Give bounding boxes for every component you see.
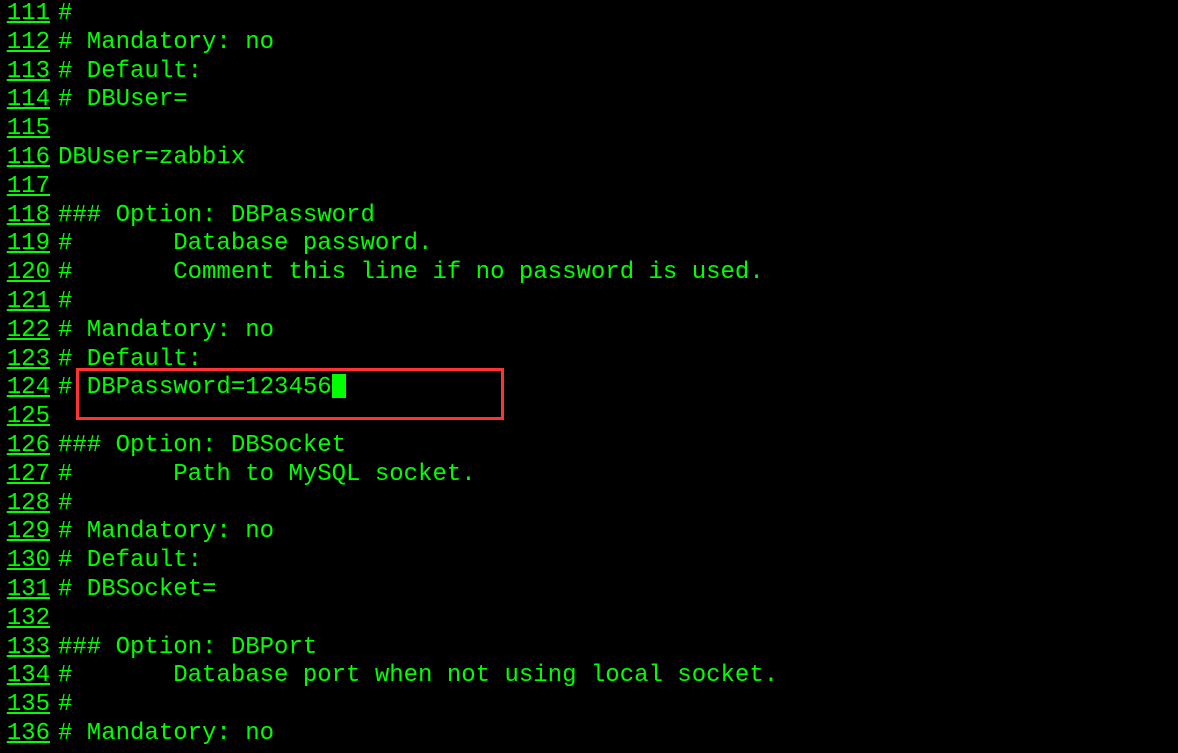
editor-line[interactable]: 135# bbox=[0, 691, 1178, 720]
line-content: # bbox=[58, 288, 72, 317]
line-content: ### Option: DBPassword bbox=[58, 202, 375, 231]
line-number: 131 bbox=[0, 576, 58, 605]
line-number: 128 bbox=[0, 490, 58, 519]
editor-line[interactable]: 118### Option: DBPassword bbox=[0, 202, 1178, 231]
editor-line[interactable]: 111# bbox=[0, 0, 1178, 29]
line-number: 111 bbox=[0, 0, 58, 29]
line-content: # bbox=[58, 0, 72, 29]
line-content: ### Option: DBPort bbox=[58, 634, 317, 663]
line-number: 135 bbox=[0, 691, 58, 720]
line-content: # Mandatory: no bbox=[58, 29, 274, 58]
editor-line[interactable]: 125 bbox=[0, 403, 1178, 432]
line-number: 118 bbox=[0, 202, 58, 231]
editor-line[interactable]: 112# Mandatory: no bbox=[0, 29, 1178, 58]
editor-line[interactable]: 131# DBSocket= bbox=[0, 576, 1178, 605]
editor-line[interactable]: 116DBUser=zabbix bbox=[0, 144, 1178, 173]
line-content: # DBSocket= bbox=[58, 576, 216, 605]
editor-line[interactable]: 115 bbox=[0, 115, 1178, 144]
editor-line[interactable]: 128# bbox=[0, 490, 1178, 519]
line-number: 114 bbox=[0, 86, 58, 115]
line-number: 122 bbox=[0, 317, 58, 346]
editor-line[interactable]: 124# DBPassword=123456 bbox=[0, 374, 1178, 403]
editor-line[interactable]: 123# Default: bbox=[0, 346, 1178, 375]
line-number: 132 bbox=[0, 605, 58, 634]
line-content: # Mandatory: no bbox=[58, 720, 274, 749]
line-content: # Mandatory: no bbox=[58, 518, 274, 547]
editor-line[interactable]: 113# Default: bbox=[0, 58, 1178, 87]
line-content: # Default: bbox=[58, 58, 202, 87]
editor-line[interactable]: 119# Database password. bbox=[0, 230, 1178, 259]
line-content: # Comment this line if no password is us… bbox=[58, 259, 764, 288]
line-content: # Default: bbox=[58, 346, 202, 375]
cursor-icon bbox=[332, 374, 346, 398]
editor-line[interactable]: 129# Mandatory: no bbox=[0, 518, 1178, 547]
line-content: DBUser=zabbix bbox=[58, 144, 245, 173]
editor-line[interactable]: 117 bbox=[0, 173, 1178, 202]
line-number: 120 bbox=[0, 259, 58, 288]
editor-line[interactable]: 136# Mandatory: no bbox=[0, 720, 1178, 749]
editor-line[interactable]: 130# Default: bbox=[0, 547, 1178, 576]
line-content: # bbox=[58, 490, 72, 519]
line-number: 129 bbox=[0, 518, 58, 547]
line-content: # Database port when not using local soc… bbox=[58, 662, 778, 691]
line-content: # DBPassword=123456 bbox=[58, 374, 332, 403]
editor-line[interactable]: 132 bbox=[0, 605, 1178, 634]
editor-line[interactable]: 133### Option: DBPort bbox=[0, 634, 1178, 663]
line-number: 124 bbox=[0, 374, 58, 403]
editor-line[interactable]: 120# Comment this line if no password is… bbox=[0, 259, 1178, 288]
line-number: 127 bbox=[0, 461, 58, 490]
line-number: 112 bbox=[0, 29, 58, 58]
line-number: 113 bbox=[0, 58, 58, 87]
line-content: # Path to MySQL socket. bbox=[58, 461, 476, 490]
line-number: 123 bbox=[0, 346, 58, 375]
line-number: 119 bbox=[0, 230, 58, 259]
line-number: 130 bbox=[0, 547, 58, 576]
editor-line[interactable]: 122# Mandatory: no bbox=[0, 317, 1178, 346]
terminal-editor[interactable]: 111#112# Mandatory: no113# Default:114# … bbox=[0, 0, 1178, 749]
line-content: # Database password. bbox=[58, 230, 432, 259]
line-number: 116 bbox=[0, 144, 58, 173]
line-number: 117 bbox=[0, 173, 58, 202]
line-content: # DBUser= bbox=[58, 86, 188, 115]
line-number: 125 bbox=[0, 403, 58, 432]
line-content: # bbox=[58, 691, 72, 720]
editor-line[interactable]: 114# DBUser= bbox=[0, 86, 1178, 115]
line-number: 136 bbox=[0, 720, 58, 749]
editor-line[interactable]: 127# Path to MySQL socket. bbox=[0, 461, 1178, 490]
line-content: ### Option: DBSocket bbox=[58, 432, 346, 461]
line-number: 134 bbox=[0, 662, 58, 691]
editor-line[interactable]: 134# Database port when not using local … bbox=[0, 662, 1178, 691]
line-number: 115 bbox=[0, 115, 58, 144]
line-content: # Mandatory: no bbox=[58, 317, 274, 346]
line-number: 121 bbox=[0, 288, 58, 317]
line-content: # Default: bbox=[58, 547, 202, 576]
editor-line[interactable]: 126### Option: DBSocket bbox=[0, 432, 1178, 461]
line-number: 126 bbox=[0, 432, 58, 461]
line-number: 133 bbox=[0, 634, 58, 663]
editor-line[interactable]: 121# bbox=[0, 288, 1178, 317]
